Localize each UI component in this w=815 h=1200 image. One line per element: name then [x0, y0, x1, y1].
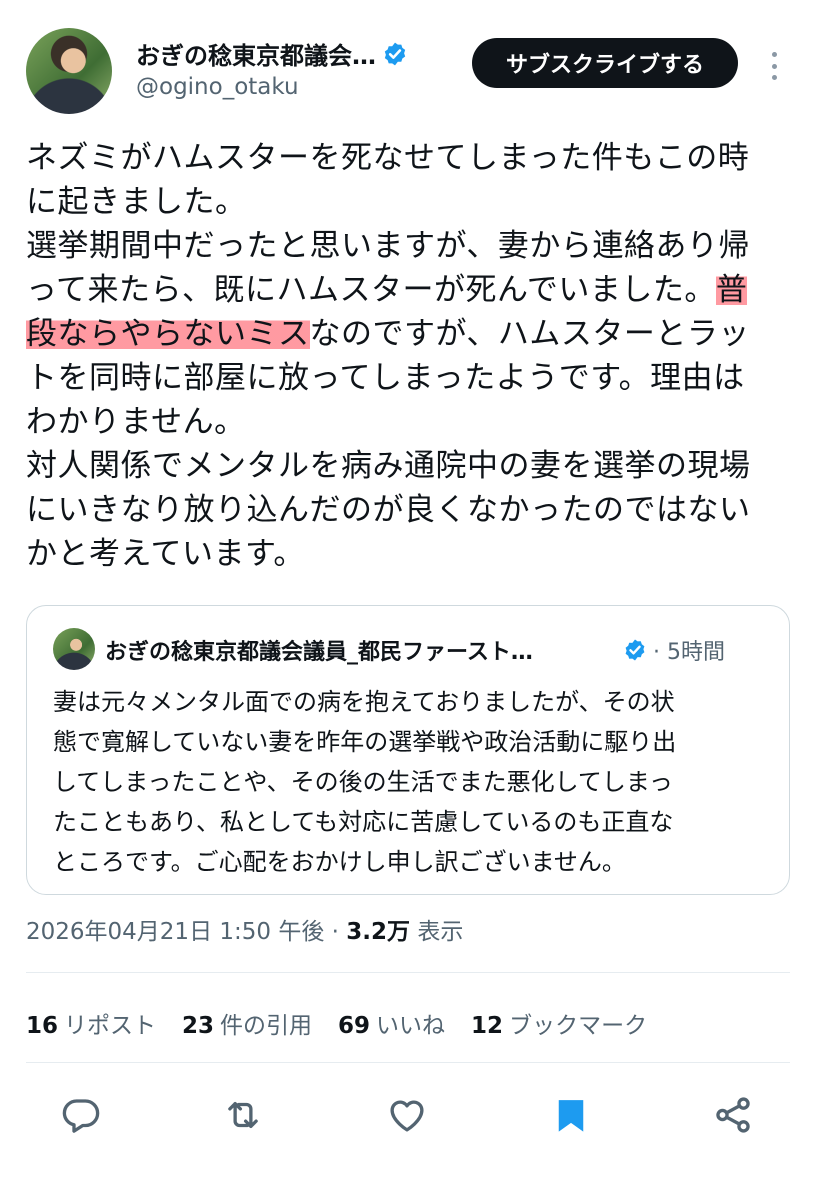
views-count: 3.2万: [346, 919, 411, 945]
bookmark-button[interactable]: [546, 1090, 596, 1140]
bookmarks-stat[interactable]: 12 ブックマーク: [471, 1006, 647, 1040]
reply-button[interactable]: [56, 1090, 106, 1140]
reply-icon: [62, 1099, 100, 1133]
quoted-line: 妻は元々メンタル面での病を抱えておりましたが、その状: [53, 688, 675, 716]
tweet-header: おぎの稔東京都議会… @ogino_otaku サブスクライブする: [26, 26, 796, 116]
quoted-tweet-card[interactable]: おぎの稔東京都議会議員_都民ファースト… · 5時間 妻は元々メンタル面での病を…: [26, 605, 790, 895]
stat-number: 69: [338, 1013, 371, 1039]
like-button[interactable]: [382, 1090, 432, 1140]
stat-label: ブックマーク: [509, 1013, 648, 1039]
views-label: 表示: [410, 919, 464, 945]
tweet-line: に起きました。: [26, 184, 247, 220]
subscribe-button[interactable]: サブスクライブする: [472, 38, 738, 88]
more-icon[interactable]: [764, 48, 784, 84]
tweet-line: ネズミがハムスターを死なせてしまった件もこの時: [26, 140, 750, 176]
quoted-avatar: [53, 628, 95, 670]
stat-number: 16: [26, 1013, 59, 1039]
divider: [26, 1062, 790, 1063]
quoted-line: ところです。ご心配をおかけし申し訳ございません。: [53, 848, 626, 876]
repost-icon: [228, 1101, 258, 1129]
share-button[interactable]: [708, 1090, 758, 1140]
quoted-line: 態で寛解していない妻を昨年の選挙戦や政治活動に駆り出: [53, 728, 677, 756]
quoted-author-name: おぎの稔東京都議会議員_都民ファースト…: [105, 640, 533, 665]
repost-button[interactable]: [218, 1090, 268, 1140]
stat-number: 12: [471, 1013, 504, 1039]
tweet-line: って来たら、既にハムスターが死んでいました。普: [26, 268, 796, 312]
divider: [26, 972, 790, 973]
tweet-line: にいきなり放り込んだのが良くなかったのではない: [26, 492, 751, 528]
verified-badge-icon: [625, 639, 645, 661]
verified-badge-icon: [384, 42, 406, 65]
author-display-name[interactable]: おぎの稔東京都議会…: [136, 36, 376, 71]
tweet-line: トを同時に部屋に放ってしまったようです。理由は: [26, 360, 745, 396]
share-icon: [716, 1097, 750, 1133]
author-name-row[interactable]: おぎの稔東京都議会…: [136, 36, 408, 71]
engagement-stats: 16 リポスト 23 件の引用 69 いいね 12 ブックマーク: [26, 1006, 673, 1040]
quoted-line: してしまったことや、その後の生活でまた悪化してしまっ: [53, 768, 673, 796]
avatar[interactable]: [26, 28, 112, 114]
quotes-stat[interactable]: 23 件の引用: [182, 1006, 312, 1040]
author-handle[interactable]: @ogino_otaku: [136, 74, 299, 100]
stat-label: 件の引用: [220, 1013, 313, 1039]
tweet-line: 段ならやらないミスなのですが、ハムスターとラッ: [26, 312, 796, 356]
quoted-text: 妻は元々メンタル面での病を抱えておりましたが、その状 態で寛解していない妻を昨年…: [53, 682, 773, 882]
tweet-line: わかりません。: [26, 404, 246, 440]
likes-stat[interactable]: 69 いいね: [338, 1006, 445, 1040]
tweet-text: ネズミがハムスターを死なせてしまった件もこの時 に起きました。 選挙期間中だった…: [26, 136, 796, 576]
tweet-meta: 2026年04月21日 1:50 午後 · 3.2万 表示: [26, 912, 463, 946]
reposts-stat[interactable]: 16 リポスト: [26, 1006, 156, 1040]
tweet-text-span: なのですが、ハムスターとラッ: [309, 316, 750, 352]
stat-label: リポスト: [64, 1013, 157, 1039]
tweet-text-span: って来たら、既にハムスターが死んでいました。: [26, 272, 716, 308]
like-icon: [390, 1100, 424, 1132]
stat-label: いいね: [376, 1013, 446, 1039]
tweet-line: かと考えています。: [26, 536, 305, 572]
quoted-timestamp: · 5時間: [653, 640, 725, 665]
highlight-mark: 普: [715, 272, 748, 308]
tweet-datetime[interactable]: 2026年04月21日 1:50 午後 ·: [26, 919, 346, 945]
stat-number: 23: [182, 1013, 215, 1039]
highlight-mark: 段ならやらないミス: [26, 316, 310, 352]
action-bar: [0, 1090, 815, 1150]
tweet-line: 選挙期間中だったと思いますが、妻から連絡あり帰: [26, 228, 750, 264]
quoted-line: たこともあり、私としても対応に苦慮しているのも正直な: [53, 808, 674, 836]
tweet-line: 対人関係でメンタルを病み通院中の妻を選挙の現場: [26, 448, 751, 484]
bookmark-icon: [558, 1100, 584, 1132]
